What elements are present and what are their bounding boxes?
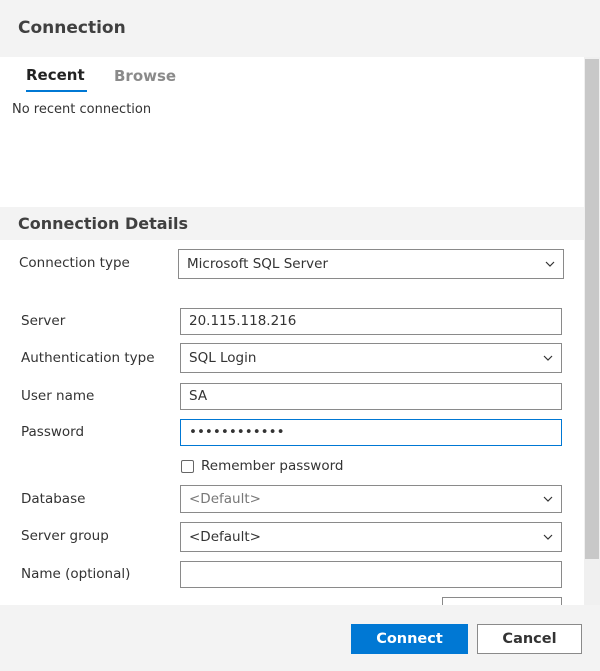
server-input[interactable]: 20.115.118.216 <box>180 308 562 335</box>
database-select[interactable]: <Default> <box>180 485 562 513</box>
user-name-label: User name <box>21 388 95 404</box>
active-tab-indicator <box>26 90 87 92</box>
tab-browse[interactable]: Browse <box>114 67 176 85</box>
server-group-label: Server group <box>21 528 109 544</box>
connection-type-select[interactable]: Microsoft SQL Server <box>178 249 564 279</box>
scrollbar-thumb[interactable] <box>585 59 599 559</box>
chevron-down-icon <box>543 496 553 502</box>
password-input[interactable]: •••••••••••• <box>180 419 562 446</box>
connection-details-header: Connection Details <box>0 207 584 240</box>
connection-type-value: Microsoft SQL Server <box>187 256 329 272</box>
user-name-input[interactable]: SA <box>180 383 562 410</box>
name-optional-input[interactable] <box>180 561 562 588</box>
section-title: Connection Details <box>18 214 189 233</box>
dialog-header: Connection <box>0 0 600 57</box>
dialog-title: Connection <box>18 18 126 38</box>
tab-recent[interactable]: Recent <box>26 66 85 84</box>
chevron-down-icon <box>543 534 553 540</box>
dialog-content: Recent Browse No recent connection Conne… <box>0 57 584 605</box>
name-optional-label: Name (optional) <box>21 566 131 582</box>
remember-password-checkbox[interactable] <box>181 460 194 473</box>
auth-type-select[interactable]: SQL Login <box>180 343 562 373</box>
password-label: Password <box>21 424 85 440</box>
cancel-button[interactable]: Cancel <box>477 624 582 654</box>
chevron-down-icon <box>543 355 553 361</box>
server-value: 20.115.118.216 <box>189 313 297 329</box>
server-label: Server <box>21 313 66 329</box>
no-recent-message: No recent connection <box>12 102 152 117</box>
database-label: Database <box>21 491 86 507</box>
user-name-value: SA <box>189 388 208 404</box>
remember-password-label: Remember password <box>201 458 344 474</box>
server-group-value: <Default> <box>189 529 261 545</box>
password-value: •••••••••••• <box>189 424 285 440</box>
connect-button[interactable]: Connect <box>351 624 468 654</box>
connection-type-label: Connection type <box>19 255 130 271</box>
database-value: <Default> <box>189 491 261 507</box>
vertical-scrollbar[interactable] <box>584 57 600 605</box>
auth-type-value: SQL Login <box>189 350 257 366</box>
auth-type-label: Authentication type <box>21 350 155 366</box>
dialog-footer: Connect Cancel <box>0 605 600 671</box>
chevron-down-icon <box>545 261 555 267</box>
server-group-select[interactable]: <Default> <box>180 522 562 552</box>
advanced-button[interactable] <box>442 597 562 605</box>
